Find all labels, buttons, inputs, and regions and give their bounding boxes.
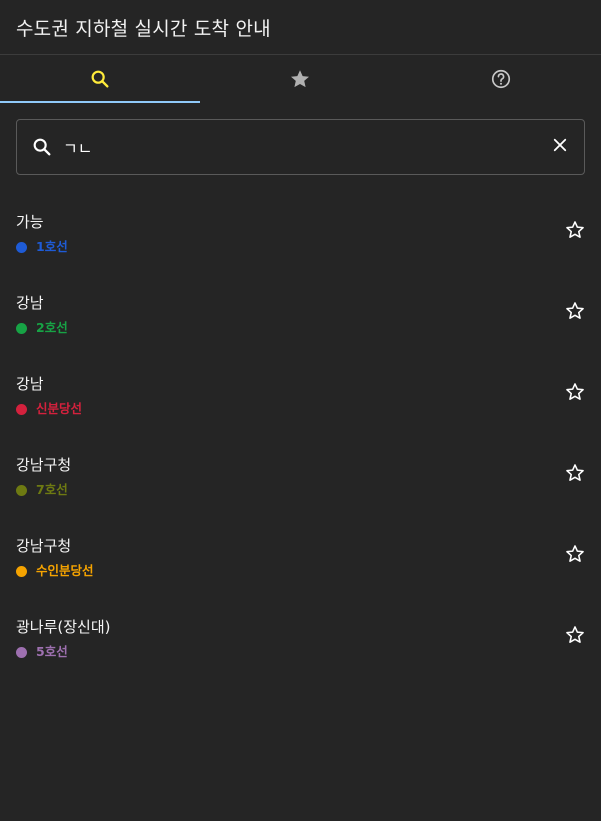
star-outline-icon xyxy=(564,624,586,650)
favorite-button[interactable] xyxy=(563,301,587,325)
star-outline-icon xyxy=(564,462,586,488)
list-item[interactable]: 강남구청 수인분당선 xyxy=(0,515,601,596)
tab-help[interactable] xyxy=(401,55,601,103)
list-item[interactable]: 강남구청 7호선 xyxy=(0,434,601,515)
app-header: 수도권 지하철 실시간 도착 안내 xyxy=(0,0,601,55)
line-name: 2호선 xyxy=(36,320,68,335)
page-title: 수도권 지하철 실시간 도착 안내 xyxy=(16,17,271,40)
station-name: 광나루(장신대) xyxy=(16,618,111,636)
result-list: 가능 1호선 강남 2호선 강남 신분당선 강남구청 7호선 강남구청 수인분당… xyxy=(0,175,601,677)
favorite-button[interactable] xyxy=(563,544,587,568)
line-info: 신분당선 xyxy=(16,401,601,417)
tab-search[interactable] xyxy=(0,55,201,103)
line-name: 수인분당선 xyxy=(36,563,94,578)
line-info: 5호선 xyxy=(16,644,601,660)
line-color-dot xyxy=(16,484,27,496)
line-name: 7호선 xyxy=(36,482,68,497)
station-name: 강남구청 xyxy=(16,537,72,555)
line-color-dot xyxy=(16,403,27,415)
search-container xyxy=(0,103,601,175)
list-item[interactable]: 가능 1호선 xyxy=(0,191,601,272)
tab-favorites[interactable] xyxy=(200,55,400,103)
line-color-dot xyxy=(16,646,27,658)
line-name: 1호선 xyxy=(36,239,68,254)
line-name: 신분당선 xyxy=(36,401,83,416)
favorite-button[interactable] xyxy=(563,382,587,406)
line-color-dot xyxy=(16,322,27,334)
line-color-dot xyxy=(16,241,27,253)
favorite-button[interactable] xyxy=(563,220,587,244)
favorite-button[interactable] xyxy=(563,625,587,649)
search-field[interactable] xyxy=(16,119,585,175)
station-name: 가능 xyxy=(16,213,44,231)
star-outline-icon xyxy=(564,219,586,245)
list-item[interactable]: 광나루(장신대) 5호선 xyxy=(0,596,601,677)
station-name: 강남 xyxy=(16,375,44,393)
line-color-dot xyxy=(16,565,27,577)
search-icon xyxy=(89,68,111,90)
line-info: 2호선 xyxy=(16,320,601,336)
star-outline-icon xyxy=(564,300,586,326)
station-name: 강남 xyxy=(16,294,44,312)
line-info: 7호선 xyxy=(16,482,601,498)
line-name: 5호선 xyxy=(36,644,68,659)
tab-bar xyxy=(0,55,601,103)
clear-button[interactable] xyxy=(546,133,574,161)
star-icon xyxy=(289,68,311,90)
line-info: 수인분당선 xyxy=(16,563,601,579)
star-outline-icon xyxy=(564,381,586,407)
list-item[interactable]: 강남 2호선 xyxy=(0,272,601,353)
favorite-button[interactable] xyxy=(563,463,587,487)
close-icon xyxy=(551,136,569,158)
star-outline-icon xyxy=(564,543,586,569)
station-name: 강남구청 xyxy=(16,456,72,474)
search-icon xyxy=(31,136,53,158)
help-icon xyxy=(490,68,512,90)
line-info: 1호선 xyxy=(16,239,601,255)
list-item[interactable]: 강남 신분당선 xyxy=(0,353,601,434)
search-input[interactable] xyxy=(63,127,546,167)
